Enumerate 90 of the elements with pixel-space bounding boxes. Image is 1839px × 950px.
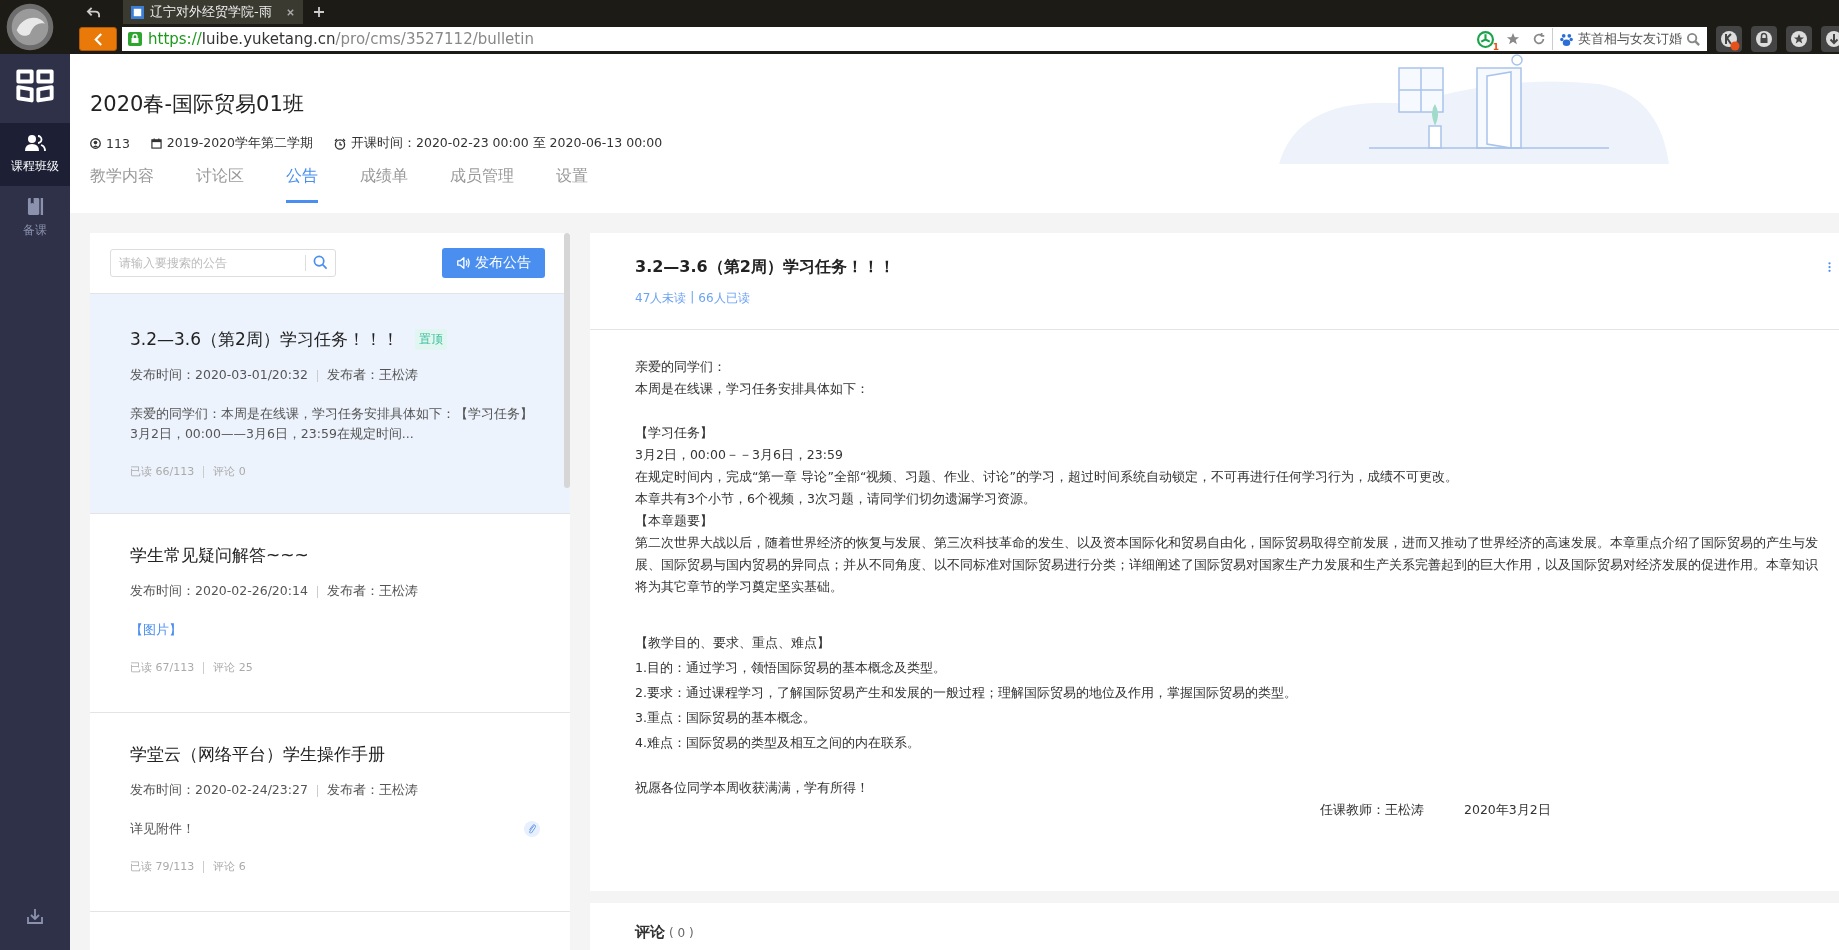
url-text: https://luibe.yuketang.cn/pro/cms/3527112/bulletin bbox=[148, 30, 535, 48]
paw-icon bbox=[1559, 31, 1574, 47]
lock-icon[interactable] bbox=[1751, 26, 1777, 52]
comment-count: 评论 0 bbox=[213, 464, 246, 479]
bulletin-text: 本周是在线课，学习任务安排具体如下： bbox=[635, 380, 870, 398]
bulletin-text: 【本章题要】 bbox=[635, 512, 714, 530]
chevron-left-icon bbox=[93, 32, 103, 46]
app-logo-icon[interactable] bbox=[15, 68, 55, 104]
paperclip-icon[interactable] bbox=[524, 821, 540, 837]
bulletin-title: 学生常见疑问解答~~~ bbox=[130, 544, 309, 567]
image-link[interactable]: 【图片】 bbox=[130, 620, 182, 640]
unread-count[interactable]: 47人未读 bbox=[635, 290, 687, 307]
bulletin-text: 1.目的：通过学习，领悟国际贸易的基本概念及类型。 bbox=[635, 659, 947, 677]
page-icon bbox=[131, 5, 144, 19]
bulletin-text: 【学习任务】 bbox=[635, 424, 714, 442]
calendar-icon bbox=[150, 138, 162, 149]
new-tab-icon[interactable] bbox=[313, 6, 325, 18]
publisher: 发布者：王松涛 bbox=[326, 583, 418, 600]
tab[interactable]: 教学内容 bbox=[90, 166, 154, 203]
read-count: 已读 67/113 bbox=[130, 660, 195, 675]
user-icon bbox=[90, 138, 101, 149]
browser-tab[interactable]: 辽宁对外经贸学院-雨 bbox=[123, 0, 303, 24]
search-field[interactable]: 请输入要搜索的公告 bbox=[110, 249, 336, 277]
extension-icon[interactable] bbox=[1716, 26, 1742, 52]
teacher-signature: 任课教师：王松涛 bbox=[1320, 801, 1424, 819]
bulletin-text: 第二次世界大战以后，随着世界经济的恢复与发展、第三次科技革命的发生、以及资本国际化和贸易自由化，国际贸易取得空前发展，进而又推动了世界经济的高速发展。本章重点介绍了国际贸易的产生与发展、国际贸易与国内贸易的异同点；并从不同角度、以不同标准对国际贸易进行分类；详细阐述了国际贸易对国家生产力发展和生产关系完善起到的巨大作用，以及国际贸易对经济发展的促进作用。本章知识将为其它章节的学习奠定坚实基础。 bbox=[635, 534, 1819, 596]
bulletin-text: 3月2日，00:00－－3月6日，23:59 bbox=[635, 446, 844, 464]
address-bar[interactable]: https://luibe.yuketang.cn/pro/cms/3527112/bulletin 1 英首相与女友订婚 bbox=[122, 27, 1707, 51]
read-count: 已读 79/113 bbox=[130, 859, 195, 874]
bulletin-item[interactable]: 3.2—3.6（第2周）学习任务！！！ 置顶 发布时间：2020-03-01/20:32 发布者：王松涛 亲爱的同学们：本周是在线课，学习任务安排具体如下：【学习任务】3月2日，00:00——3月6日，23:59在规定时间... 已读 66/113 评论 0 bbox=[90, 294, 570, 514]
comment-count: 评论 6 bbox=[213, 859, 246, 874]
bulletin-item[interactable]: 学堂云（网络平台）学生操作手册 发布时间：2020-02-24/23:27 发布者：王松涛 详见附件！ 已读 79/113 评论 6 bbox=[90, 713, 570, 912]
course-title: 2020春-国际贸易01班 bbox=[90, 91, 305, 118]
bulletin-text: 本章共有3个小节，6个视频，3次习题，请同学们切勿遗漏学习资源。 bbox=[635, 490, 1037, 508]
close-icon[interactable] bbox=[286, 7, 295, 17]
bulletin-text: 4.难点：国际贸易的类型及相互之间的内在联系。 bbox=[635, 734, 921, 752]
people-icon bbox=[24, 134, 46, 152]
fan-icon[interactable] bbox=[1477, 30, 1494, 48]
read-count: 已读 66/113 bbox=[130, 464, 195, 479]
bulletin-item[interactable]: 学生常见疑问解答~~~ 发布时间：2020-02-26/20:14 发布者：王松涛 【图片】 已读 67/113 评论 25 bbox=[90, 514, 570, 713]
bulletin-preview: 亲爱的同学们：本周是在线课，学习任务安排具体如下：【学习任务】3月2日，00:00——3月6日，23:59在规定时间... bbox=[130, 405, 534, 443]
term-text: 2019-2020学年第二学期 bbox=[166, 135, 313, 152]
bulletin-text: 3.重点：国际贸易的基本概念。 bbox=[635, 709, 817, 727]
bulletin-preview: 详见附件！ bbox=[130, 820, 195, 838]
search-field[interactable]: 英首相与女友订婚 bbox=[1552, 28, 1701, 50]
speaker-icon bbox=[456, 256, 470, 270]
publisher: 发布者：王松涛 bbox=[326, 782, 418, 799]
sidebar-item[interactable]: 课程班级 bbox=[0, 123, 70, 186]
bulletin-text: 2.要求：通过课程学习，了解国际贸易产生和发展的一般过程；理解国际贸易的地位及作用，掌握国际贸易的类型。 bbox=[635, 684, 1298, 702]
notification-count: 1 bbox=[1492, 41, 1499, 52]
publish-time: 发布时间：2020-03-01/20:32 bbox=[130, 367, 308, 384]
bulletin-title: 学堂云（网络平台）学生操作手册 bbox=[130, 743, 385, 766]
bulletin-text: 祝愿各位同学本周收获满满，学有所得！ bbox=[635, 779, 870, 797]
comment-count: 评论 25 bbox=[213, 660, 253, 675]
publisher: 发布者：王松涛 bbox=[326, 367, 418, 384]
pinned-badge: 置顶 bbox=[414, 329, 447, 350]
signature-date: 2020年3月2日 bbox=[1464, 801, 1551, 819]
download-icon[interactable] bbox=[25, 906, 45, 926]
bulletin-title: 3.2—3.6（第2周）学习任务！！！ bbox=[130, 328, 399, 351]
browser-logo-icon[interactable] bbox=[4, 2, 56, 52]
scrollbar[interactable] bbox=[564, 233, 570, 488]
tab[interactable]: 设置 bbox=[556, 166, 588, 203]
tab[interactable]: 成员管理 bbox=[450, 166, 514, 203]
clock-icon bbox=[334, 137, 346, 150]
comments-heading: 评论 bbox=[635, 923, 665, 942]
lock-icon bbox=[128, 32, 142, 46]
search-icon[interactable] bbox=[1686, 31, 1701, 47]
search-icon[interactable] bbox=[313, 255, 328, 270]
read-count[interactable]: 66人已读 bbox=[698, 290, 750, 307]
refresh-icon[interactable] bbox=[1532, 32, 1546, 46]
tab[interactable]: 成绩单 bbox=[360, 166, 408, 203]
book-icon bbox=[26, 196, 44, 216]
comments-count: ( 0 ) bbox=[669, 926, 694, 940]
star-icon[interactable] bbox=[1506, 32, 1520, 46]
back-button[interactable] bbox=[79, 27, 117, 51]
sidebar-item[interactable]: 备课 bbox=[0, 186, 70, 249]
schedule-text: 开课时间：2020-02-23 00:00 至 2020-06-13 00:00 bbox=[351, 135, 663, 152]
tab[interactable]: 公告 bbox=[286, 166, 318, 203]
bulletin-text: 在规定时间内，完成“第一章 导论”全部“视频、习题、作业、讨论”的学习，超过时间系统自动锁定，不可再进行任何学习行为，成绩不可更改。 bbox=[635, 468, 1459, 486]
bulletin-text: 亲爱的同学们： bbox=[635, 358, 727, 376]
more-icon[interactable] bbox=[1828, 261, 1831, 273]
back-arrow-icon[interactable] bbox=[86, 5, 101, 19]
tab[interactable]: 讨论区 bbox=[196, 166, 244, 203]
publish-button[interactable]: 发布公告 bbox=[442, 248, 545, 278]
bulletin-text: 【教学目的、要求、重点、难点】 bbox=[635, 634, 831, 652]
student-count: 113 bbox=[106, 136, 130, 151]
separator: | bbox=[690, 290, 695, 306]
publish-time: 发布时间：2020-02-26/20:14 bbox=[130, 583, 308, 600]
publish-time: 发布时间：2020-02-24/23:27 bbox=[130, 782, 308, 799]
bulletin-heading: 3.2—3.6（第2周）学习任务！！！ bbox=[635, 257, 896, 278]
